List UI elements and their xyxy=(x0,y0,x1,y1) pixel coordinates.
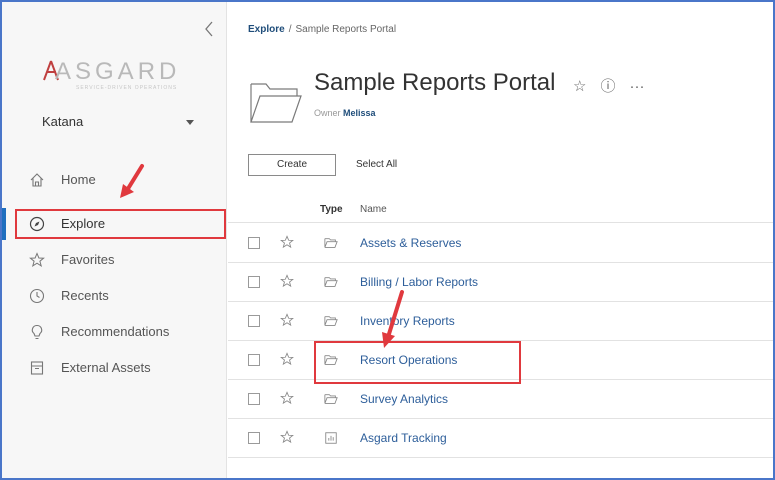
table-row[interactable]: Billing / Labor Reports xyxy=(228,263,773,302)
logo-subtext: SERVICE-DRIVEN OPERATIONS xyxy=(76,85,178,91)
sidebar-item-label: Favorites xyxy=(61,252,115,267)
folder-icon xyxy=(324,238,338,248)
row-checkbox[interactable] xyxy=(248,354,260,366)
sidebar-item-recommendations[interactable]: Recommendations xyxy=(2,314,227,350)
breadcrumb: Explore / Sample Reports Portal xyxy=(248,24,396,35)
annotation-arrow-icon xyxy=(382,290,404,348)
table-row[interactable]: Assets & Reserves xyxy=(228,224,773,263)
sidebar-item-label: External Assets xyxy=(61,360,151,375)
row-name-link[interactable]: Billing / Labor Reports xyxy=(360,275,478,289)
row-name-link[interactable]: Survey Analytics xyxy=(360,392,448,406)
breadcrumb-separator: / xyxy=(288,24,292,35)
sidebar-item-label: Recents xyxy=(61,288,109,303)
site-selector[interactable]: Katana xyxy=(42,110,194,136)
row-checkbox[interactable] xyxy=(248,237,260,249)
main-content: Explore / Sample Reports Portal Sample Rep… xyxy=(228,2,773,478)
table-row[interactable]: Inventory Reports xyxy=(228,302,773,341)
clock-icon xyxy=(29,288,45,304)
row-checkbox[interactable] xyxy=(248,276,260,288)
column-header-type[interactable]: Type xyxy=(320,204,343,215)
favorite-star-icon[interactable] xyxy=(280,430,294,444)
info-icon[interactable]: ⓘ xyxy=(600,78,615,95)
site-name: Katana xyxy=(42,114,84,129)
row-checkbox[interactable] xyxy=(248,432,260,444)
sidebar-item-external-assets[interactable]: External Assets xyxy=(2,350,227,386)
owner-label: Owner xyxy=(314,108,341,118)
sidebar: ASGARD SERVICE-DRIVEN OPERATIONS Katana … xyxy=(2,2,227,478)
favorite-star-icon[interactable] xyxy=(280,235,294,249)
home-icon xyxy=(30,173,44,187)
lightbulb-icon xyxy=(31,324,43,340)
workbook-icon xyxy=(325,432,337,444)
favorite-star-icon[interactable] xyxy=(280,391,294,405)
favorite-star-icon[interactable] xyxy=(280,313,294,327)
sidebar-item-favorites[interactable]: Favorites xyxy=(2,242,227,278)
page-title: Sample Reports Portal xyxy=(314,69,556,96)
logo-text: ASGARD xyxy=(55,58,181,85)
table-row[interactable]: Survey Analytics xyxy=(228,380,773,419)
row-checkbox[interactable] xyxy=(248,393,260,405)
breadcrumb-explore-link[interactable]: Explore xyxy=(248,24,285,35)
favorite-star-icon[interactable] xyxy=(280,352,294,366)
owner-name-link[interactable]: Melissa xyxy=(343,108,376,118)
title-actions: ☆ ⓘ ··· xyxy=(573,75,658,96)
row-name-link[interactable]: Assets & Reserves xyxy=(360,236,461,250)
sidebar-item-recents[interactable]: Recents xyxy=(2,278,227,314)
column-header-name[interactable]: Name xyxy=(360,204,387,215)
table-header: Type Name xyxy=(228,197,773,223)
owner-line: Owner Melissa xyxy=(314,108,376,118)
project-folder-icon xyxy=(250,83,302,123)
brand-logo: ASGARD SERVICE-DRIVEN OPERATIONS xyxy=(42,58,202,98)
explore-highlight-box xyxy=(15,209,226,239)
create-button[interactable]: Create xyxy=(248,154,336,176)
chevron-down-icon xyxy=(186,120,194,125)
more-actions-icon[interactable]: ··· xyxy=(629,78,644,95)
archive-icon xyxy=(30,361,44,375)
row-checkbox[interactable] xyxy=(248,315,260,327)
resort-operations-highlight-box xyxy=(314,341,521,384)
favorite-star-icon[interactable]: ☆ xyxy=(573,78,586,95)
app-window: ASGARD SERVICE-DRIVEN OPERATIONS Katana … xyxy=(0,0,775,480)
folder-icon xyxy=(324,277,338,287)
sidebar-item-label: Recommendations xyxy=(61,324,170,339)
row-name-link[interactable]: Asgard Tracking xyxy=(360,431,447,445)
folder-icon xyxy=(324,316,338,326)
table-row[interactable]: Asgard Tracking xyxy=(228,419,773,458)
star-icon xyxy=(29,252,45,268)
favorite-star-icon[interactable] xyxy=(280,274,294,288)
annotation-arrow-icon xyxy=(120,164,144,198)
folder-icon xyxy=(324,394,338,404)
sidebar-item-label: Home xyxy=(61,172,96,187)
collapse-sidebar-icon[interactable] xyxy=(202,20,216,38)
select-all-button[interactable]: Select All xyxy=(356,159,397,170)
breadcrumb-current: Sample Reports Portal xyxy=(295,24,397,35)
